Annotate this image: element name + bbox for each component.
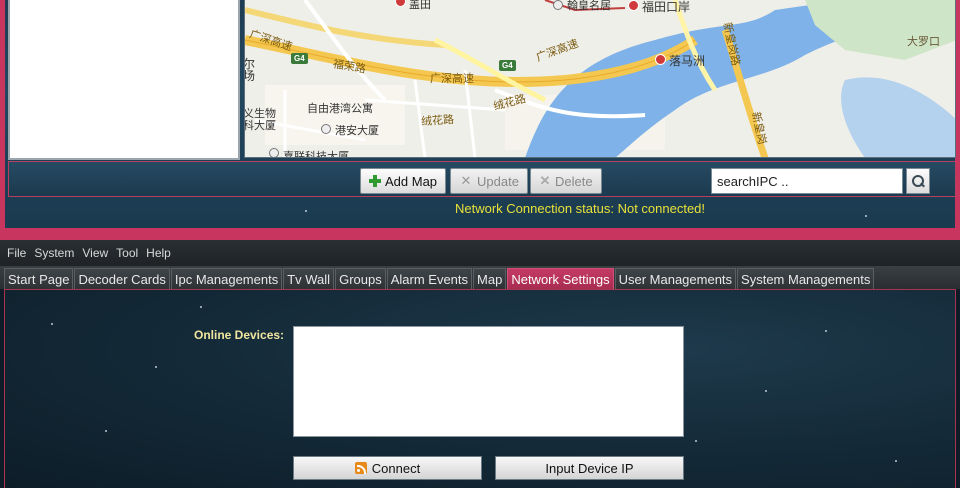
- star: [305, 210, 307, 212]
- map-label: 落马洲: [669, 54, 706, 68]
- delete-button[interactable]: ✕ Delete: [530, 168, 602, 194]
- menu-help[interactable]: Help: [143, 246, 176, 260]
- poi-icon: [553, 0, 563, 10]
- network-settings-panel: Online Devices: Connect Input Device IP: [4, 289, 956, 488]
- menu-system[interactable]: System: [31, 246, 79, 260]
- tab-user-managements[interactable]: User Managements: [614, 268, 737, 289]
- map-label: 港安大厦: [335, 124, 379, 137]
- map-view[interactable]: 盖田 翰皇名居 福田口岸 落马洲 大罗口 广深高速 广深高速 广深高速 福荣路 …: [244, 0, 956, 158]
- update-label: Update: [477, 173, 519, 189]
- metro-station-icon: [655, 54, 666, 65]
- metro-station-icon: [628, 0, 639, 11]
- tab-bar: Start Page Decoder Cards Ipc Managements…: [0, 266, 960, 289]
- tools-icon: ✕: [460, 173, 472, 188]
- tab-decoder-cards[interactable]: Decoder Cards: [74, 268, 170, 289]
- update-button[interactable]: ✕ Update: [450, 168, 528, 194]
- search-icon: [912, 175, 924, 187]
- star: [825, 330, 827, 332]
- search-button[interactable]: [906, 168, 930, 194]
- main-window: File System View Tool Help Start Page De…: [0, 240, 960, 488]
- tab-ipc-managements[interactable]: Ipc Managements: [170, 268, 283, 289]
- star: [200, 306, 202, 308]
- star: [155, 366, 157, 368]
- delete-label: Delete: [555, 173, 593, 189]
- map-window: 盖田 翰皇名居 福田口岸 落马洲 大罗口 广深高速 广深高速 广深高速 福荣路 …: [0, 0, 960, 230]
- connect-button[interactable]: Connect: [293, 456, 482, 480]
- input-device-ip-label: Input Device IP: [545, 460, 634, 476]
- add-map-button[interactable]: Add Map: [360, 168, 447, 194]
- star: [865, 215, 867, 217]
- menu-view[interactable]: View: [79, 246, 113, 260]
- map-label: 自由港湾公寓: [307, 102, 373, 115]
- map-label: 尔 场: [244, 57, 256, 83]
- online-devices-label: Online Devices:: [194, 328, 285, 342]
- tab-system-managements[interactable]: System Managements: [737, 268, 875, 289]
- add-map-label: Add Map: [385, 173, 438, 189]
- search-ipc-input[interactable]: [711, 168, 903, 194]
- tab-groups[interactable]: Groups: [335, 268, 386, 289]
- star: [695, 440, 697, 442]
- online-devices-list[interactable]: [293, 326, 684, 437]
- star: [51, 323, 53, 325]
- road-label: 广深高速: [430, 72, 474, 85]
- menu-tool[interactable]: Tool: [113, 246, 143, 260]
- star: [765, 390, 767, 392]
- road-label: 绒花路: [420, 112, 455, 129]
- map-label: 盖田: [409, 0, 431, 11]
- poi-icon: [321, 124, 331, 134]
- highway-badge: G4: [499, 60, 516, 71]
- tab-network-settings[interactable]: Network Settings: [507, 268, 614, 289]
- plus-icon: [369, 175, 381, 187]
- map-label: 嘉联科技大厦: [283, 150, 349, 158]
- map-label: 福田口岸: [642, 0, 691, 14]
- highway-badge: G4: [291, 53, 308, 64]
- star: [895, 460, 897, 462]
- poi-icon: [269, 148, 279, 157]
- map-label: 义生物 科大厦: [244, 107, 276, 132]
- connect-label: Connect: [371, 460, 421, 476]
- rss-icon: [354, 462, 367, 474]
- map-toolbar: Add Map ✕ Update ✕ Delete: [8, 161, 956, 197]
- map-label: 翰皇名居: [567, 0, 611, 12]
- menu-file[interactable]: File: [4, 246, 31, 260]
- tab-alarm-events[interactable]: Alarm Events: [386, 268, 473, 289]
- connection-status-text: Network Connection status: Not connected…: [455, 201, 706, 216]
- menu-bar: File System View Tool Help: [0, 240, 960, 266]
- tab-tv-wall[interactable]: Tv Wall: [283, 268, 335, 289]
- tab-map[interactable]: Map: [473, 268, 507, 289]
- input-device-ip-button[interactable]: Input Device IP: [495, 456, 684, 480]
- tab-start-page[interactable]: Start Page: [4, 268, 74, 289]
- device-tree-panel[interactable]: [8, 0, 240, 160]
- map-label: 大罗口: [907, 35, 940, 48]
- star: [105, 430, 107, 432]
- x-icon: ✕: [539, 173, 551, 188]
